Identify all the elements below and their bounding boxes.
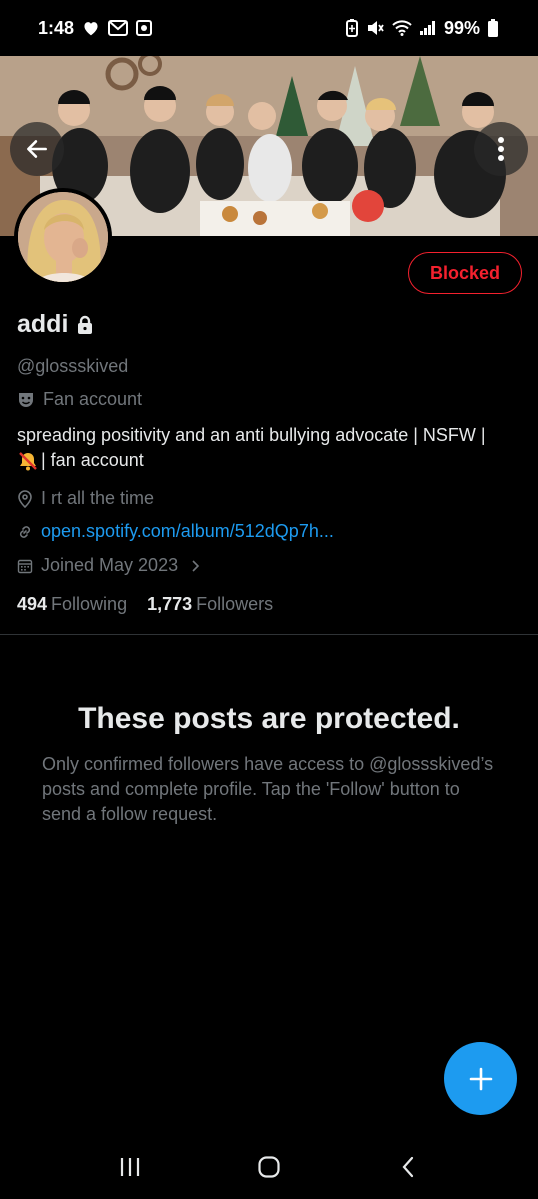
- mute-icon: [366, 19, 384, 37]
- more-options-button[interactable]: [474, 122, 528, 176]
- gmail-icon: [108, 20, 129, 36]
- divider: [0, 634, 538, 635]
- link-row: open.spotify.com/album/512dQp7h...: [17, 521, 334, 542]
- chevron-right-icon: [192, 559, 200, 572]
- follow-stats: 494 Following 1,773 Followers: [17, 594, 273, 615]
- profile-link[interactable]: open.spotify.com/album/512dQp7h...: [41, 521, 334, 542]
- link-icon: [19, 525, 31, 538]
- home-icon: [258, 1156, 280, 1178]
- location-pin-icon: [18, 489, 32, 508]
- status-left: 1:48: [38, 17, 153, 39]
- signal-icon: [419, 21, 436, 35]
- bio-line-2: | fan account: [41, 450, 144, 470]
- clock: 1:48: [38, 17, 75, 38]
- outlook-icon: [136, 20, 153, 36]
- followers-stat[interactable]: 1,773 Followers: [147, 594, 273, 615]
- battery-saver-icon: [345, 19, 358, 37]
- lock-icon: [78, 315, 93, 334]
- back-button[interactable]: [10, 122, 64, 176]
- location-text: I rt all the time: [41, 488, 155, 508]
- following-count: 494: [17, 594, 48, 614]
- recent-apps-icon: [120, 1158, 139, 1176]
- muted-bell-emoji-icon: [19, 451, 37, 470]
- battery-icon: [488, 19, 498, 37]
- following-stat[interactable]: 494 Following: [17, 594, 127, 615]
- blocked-button[interactable]: Blocked: [408, 252, 522, 294]
- status-right: 99%: [345, 17, 498, 39]
- followers-label: Followers: [196, 594, 274, 614]
- bio-line-1: spreading positivity and an anti bullyin…: [17, 425, 486, 445]
- plus-icon: [469, 1067, 492, 1090]
- protected-description: Only confirmed followers have access to …: [42, 754, 494, 824]
- system-back-button[interactable]: [378, 1142, 438, 1192]
- location-row: I rt all the time: [17, 488, 154, 509]
- joined-row[interactable]: Joined May 2023: [17, 555, 202, 576]
- battery-percent: 99%: [443, 17, 480, 38]
- compose-button[interactable]: [444, 1042, 517, 1115]
- theater-mask-icon: [19, 392, 33, 407]
- professional-category: Fan account: [17, 389, 142, 410]
- back-chevron-icon: [402, 1156, 414, 1178]
- heart-icon: [82, 20, 100, 36]
- status-bar: 1:48 99%: [0, 0, 538, 56]
- joined-text: Joined May 2023: [41, 555, 179, 575]
- category-label: Fan account: [43, 389, 143, 409]
- system-nav-bar: [0, 1135, 538, 1199]
- avatar-image: [18, 192, 108, 282]
- recent-apps-button[interactable]: [100, 1142, 160, 1192]
- followers-count: 1,773: [147, 594, 193, 614]
- protected-title: These posts are protected.: [78, 702, 460, 735]
- display-name: addi: [17, 310, 69, 338]
- kebab-menu-icon: [498, 137, 504, 161]
- home-button[interactable]: [239, 1142, 299, 1192]
- following-label: Following: [51, 594, 128, 614]
- wifi-icon: [392, 20, 412, 36]
- calendar-icon: [17, 559, 33, 573]
- handle: @glossskived: [17, 356, 129, 376]
- avatar[interactable]: [14, 188, 112, 286]
- name-row: addi: [17, 310, 94, 339]
- arrow-left-icon: [27, 140, 47, 158]
- bio: spreading positivity and an anti bullyin…: [17, 423, 527, 473]
